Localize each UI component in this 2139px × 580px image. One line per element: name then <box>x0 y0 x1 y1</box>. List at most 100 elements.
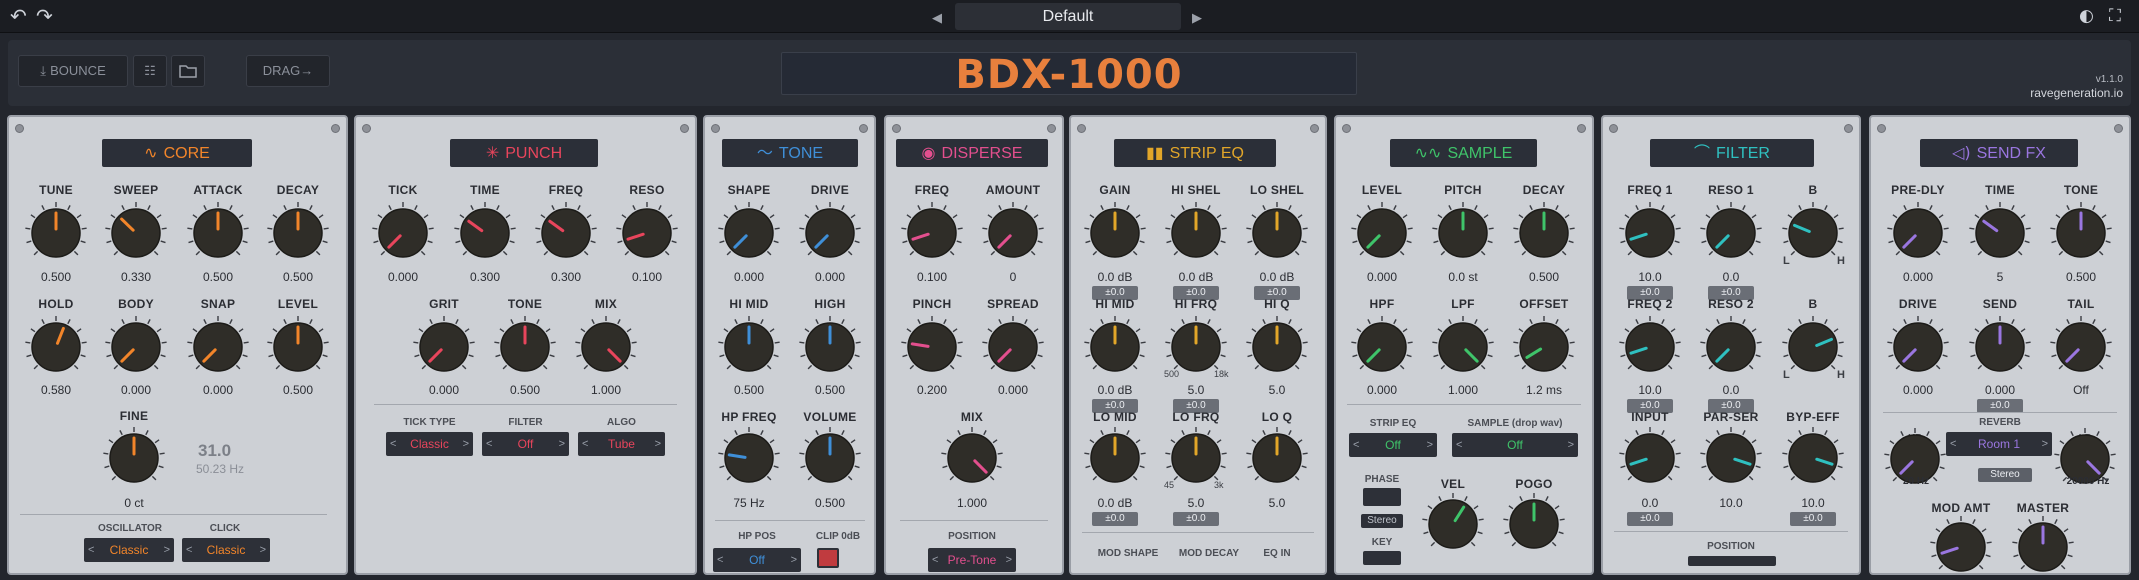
tone-hi-mid-knob[interactable] <box>716 314 782 380</box>
core-attack-knob[interactable] <box>185 200 251 266</box>
undo-icon[interactable]: ↶ <box>10 6 27 26</box>
master-knob[interactable] <box>2010 514 2076 580</box>
punch-freq-knob[interactable] <box>533 200 599 266</box>
arrow-left-icon[interactable]: < <box>486 432 492 456</box>
phase-toggle[interactable] <box>1363 488 1401 506</box>
sample-pitch-knob[interactable] <box>1430 200 1496 266</box>
filter-byp-eff-knob[interactable] <box>1780 425 1846 491</box>
arrow-left-icon[interactable]: < <box>932 548 938 572</box>
oscillator-select[interactable]: < Classic > <box>84 538 174 562</box>
redo-icon[interactable]: ↷ <box>36 6 53 26</box>
punch-select-2[interactable]: < Tube > <box>578 432 665 456</box>
arrow-left-icon[interactable]: < <box>88 538 94 562</box>
arrow-right-icon[interactable]: > <box>655 432 661 456</box>
arrow-right-icon[interactable]: > <box>1427 433 1433 457</box>
arrow-right-icon[interactable]: > <box>1568 433 1574 457</box>
filter-knob-badge[interactable]: ±0.0 <box>1790 512 1836 526</box>
core-tune-knob[interactable] <box>23 200 89 266</box>
sample-offset-knob[interactable] <box>1511 314 1577 380</box>
punch-reso-knob[interactable] <box>614 200 680 266</box>
punch-grit-knob[interactable] <box>411 314 477 380</box>
tone-volume-knob[interactable] <box>797 425 863 491</box>
send_fx-knob-badge[interactable]: ±0.0 <box>1977 399 2023 413</box>
triangle-right-icon[interactable]: ▶ <box>1192 9 1202 29</box>
sample-vel-knob[interactable] <box>1420 491 1486 557</box>
filter-freq-1-knob[interactable] <box>1617 200 1683 266</box>
strip_eq-knob-badge[interactable]: ±0.0 <box>1092 512 1138 526</box>
filter-freq-2-knob[interactable] <box>1617 314 1683 380</box>
sample-lpf-knob[interactable] <box>1430 314 1496 380</box>
disperse-amount-knob[interactable] <box>980 200 1046 266</box>
contrast-icon[interactable]: ◐ <box>2079 6 2094 26</box>
sidebar-icon[interactable]: ☷ <box>133 55 167 87</box>
core-snap-knob[interactable] <box>185 314 251 380</box>
punch-tick-knob[interactable] <box>370 200 436 266</box>
tone-drive-knob[interactable] <box>797 200 863 266</box>
send_fx-tone-knob[interactable] <box>2048 200 2114 266</box>
sample-pogo-knob[interactable] <box>1501 491 1567 557</box>
filter-knob-badge[interactable]: ±0.0 <box>1627 512 1673 526</box>
reverb-stereo-badge[interactable]: Stereo <box>1978 468 2032 482</box>
disperse-spread-knob[interactable] <box>980 314 1046 380</box>
send_fx-drive-knob[interactable] <box>1885 314 1951 380</box>
sample-strip-eq-select[interactable]: < Off > <box>1349 433 1437 457</box>
arrow-left-icon[interactable]: < <box>390 432 396 456</box>
core-fine-knob[interactable] <box>101 425 167 491</box>
strip_eq-hi-q-knob[interactable] <box>1244 314 1310 380</box>
core-body-knob[interactable] <box>103 314 169 380</box>
strip_eq-knob-badge[interactable]: ±0.0 <box>1173 512 1219 526</box>
punch-select-0[interactable]: < Classic > <box>386 432 473 456</box>
drag-button[interactable]: DRAG→ <box>246 55 330 87</box>
folder-icon[interactable] <box>171 55 205 87</box>
disperse-mix-knob[interactable] <box>939 425 1005 491</box>
strip_eq-gain-knob[interactable] <box>1082 200 1148 266</box>
filter-input-knob[interactable] <box>1617 425 1683 491</box>
arrow-left-icon[interactable]: < <box>1950 432 1956 456</box>
filter-par-ser-knob[interactable] <box>1698 425 1764 491</box>
disperse-position-select[interactable]: < Pre-Tone > <box>928 548 1016 572</box>
punch-mix-knob[interactable] <box>573 314 639 380</box>
sample-file-select[interactable]: < Off > <box>1452 433 1578 457</box>
core-decay-knob[interactable] <box>265 200 331 266</box>
tone-hp-freq-knob[interactable] <box>716 425 782 491</box>
core-hold-knob[interactable] <box>23 314 89 380</box>
triangle-left-icon[interactable]: ◀ <box>932 9 942 29</box>
hp-pos-select[interactable]: < Off > <box>713 548 801 572</box>
strip_eq-lo-q-knob[interactable] <box>1244 425 1310 491</box>
bounce-button[interactable]: ⤓ BOUNCE <box>18 55 128 87</box>
punch-time-knob[interactable] <box>452 200 518 266</box>
arrow-right-icon[interactable]: > <box>463 432 469 456</box>
arrow-right-icon[interactable]: > <box>260 538 266 562</box>
arrow-left-icon[interactable]: < <box>717 548 723 572</box>
filter-reso-2-knob[interactable] <box>1698 314 1764 380</box>
arrow-right-icon[interactable]: > <box>559 432 565 456</box>
punch-tone-knob[interactable] <box>492 314 558 380</box>
filter-position-select[interactable] <box>1688 556 1776 566</box>
send_fx-pre-dly-knob[interactable] <box>1885 200 1951 266</box>
arrow-left-icon[interactable]: < <box>582 432 588 456</box>
core-sweep-knob[interactable] <box>103 200 169 266</box>
arrow-right-icon[interactable]: > <box>1006 548 1012 572</box>
click-select[interactable]: < Classic > <box>182 538 270 562</box>
filter-reso-1-knob[interactable] <box>1698 200 1764 266</box>
sample-level-knob[interactable] <box>1349 200 1415 266</box>
core-level-knob[interactable] <box>265 314 331 380</box>
disperse-freq-knob[interactable] <box>899 200 965 266</box>
arrow-left-icon[interactable]: < <box>186 538 192 562</box>
arrow-right-icon[interactable]: > <box>2042 432 2048 456</box>
reverb-room-select[interactable]: < Room 1 > <box>1946 432 2052 456</box>
strip_eq-hi-shel-knob[interactable] <box>1163 200 1229 266</box>
arrow-right-icon[interactable]: > <box>791 548 797 572</box>
disperse-pinch-knob[interactable] <box>899 314 965 380</box>
fullscreen-icon[interactable]: ⛶ <box>2109 6 2121 26</box>
arrow-left-icon[interactable]: < <box>1353 433 1359 457</box>
tone-shape-knob[interactable] <box>716 200 782 266</box>
strip_eq-lo-mid-knob[interactable] <box>1082 425 1148 491</box>
sample-hpf-knob[interactable] <box>1349 314 1415 380</box>
arrow-right-icon[interactable]: > <box>164 538 170 562</box>
clip-button[interactable] <box>817 548 839 568</box>
sample-decay-knob[interactable] <box>1511 200 1577 266</box>
arrow-left-icon[interactable]: < <box>1456 433 1462 457</box>
strip_eq-hi-mid-knob[interactable] <box>1082 314 1148 380</box>
punch-select-1[interactable]: < Off > <box>482 432 569 456</box>
